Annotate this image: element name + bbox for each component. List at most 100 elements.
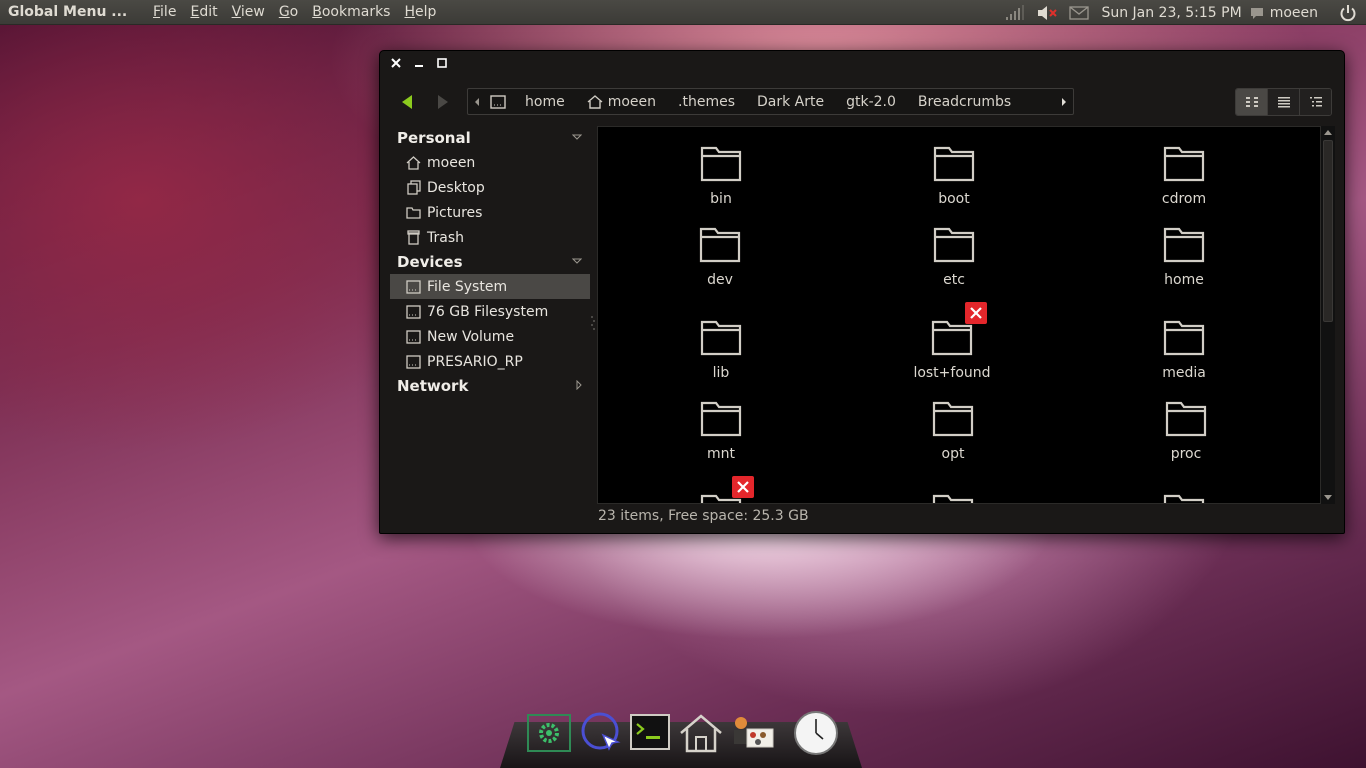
folder-icon [700,401,742,437]
menu-view[interactable]: View [225,4,272,20]
breadcrumb-root[interactable] [486,89,514,114]
dock-home-icon[interactable] [678,710,724,756]
dock-terminal-icon[interactable] [627,710,673,756]
breadcrumb-moeen[interactable]: moeen [576,89,667,114]
chevron-down-icon [572,258,582,264]
file-item-boot[interactable]: boot [894,143,1014,207]
sidebar-item-pictures[interactable]: Pictures [390,200,590,225]
folder-icon [699,227,741,263]
breadcrumb: home moeen .themes Dark Arte gtk-2.0 Bre… [467,88,1074,115]
folder-icon [932,494,974,503]
sidebar-item-76gb[interactable]: 76 GB Filesystem [390,299,590,324]
sidebar-item-moeen[interactable]: moeen [390,150,590,175]
folder-icon [700,146,742,182]
scroll-thumb[interactable] [1323,140,1333,322]
drive-icon [406,329,421,344]
sidebar-item-file-system[interactable]: File System [390,274,590,299]
desktop-icon [406,180,421,195]
breadcrumb-scroll-right[interactable] [1055,89,1073,114]
app-title: Global Menu ... [8,4,128,20]
sidebar-item-new-volume[interactable]: New Volume [390,324,590,349]
breadcrumb-dark-arte[interactable]: Dark Arte [746,89,835,114]
back-button[interactable] [394,89,420,115]
file-item-partial[interactable] [661,491,781,503]
sidebar-header-devices[interactable]: Devices [390,250,590,274]
breadcrumb-home[interactable]: home [514,89,576,114]
drive-icon [406,304,421,319]
compact-view-button[interactable] [1300,89,1331,115]
menu-bar: File Edit View Go Bookmarks Help [146,4,443,20]
home-icon [406,155,421,170]
maximize-button[interactable] [434,55,450,71]
vertical-scrollbar[interactable] [1321,126,1335,504]
sidebar-item-presario[interactable]: PRESARIO_RP [390,349,590,374]
sidebar-item-desktop[interactable]: Desktop [390,175,590,200]
file-item-proc[interactable]: proc [1126,398,1246,462]
dock-clock-icon[interactable] [793,710,839,756]
dock-apps-icon[interactable] [730,710,776,756]
folder-icon [1163,227,1205,263]
list-view-button[interactable] [1268,89,1300,115]
breadcrumb-current[interactable]: Breadcrumbs [907,89,1022,114]
file-item-dev[interactable]: dev [660,224,780,288]
dock-settings-icon[interactable] [526,710,572,756]
system-tray: Sun Jan 23, 5:15 PM moeen [999,0,1366,25]
unreadable-emblem-icon [732,476,754,498]
home-icon [587,94,603,109]
forward-button[interactable] [430,89,456,115]
menu-help[interactable]: Help [397,4,443,20]
unreadable-emblem-icon [965,302,987,324]
scroll-down-icon [1324,495,1332,500]
file-item-partial[interactable] [893,491,1013,503]
pane-resize-handle[interactable] [591,316,595,332]
minimize-button[interactable] [411,55,427,71]
close-button[interactable] [388,55,404,71]
sidebar-header-personal[interactable]: Personal [390,126,590,150]
sidebar-header-network[interactable]: Network [390,374,590,398]
view-mode-switcher [1235,88,1332,116]
titlebar[interactable] [380,51,1344,75]
folder-icon [700,320,742,356]
file-item-etc[interactable]: etc [894,224,1014,288]
breadcrumb-scroll-left[interactable] [468,89,486,114]
folder-icon [1163,320,1205,356]
chevron-right-icon [1062,97,1066,106]
scroll-up-icon [1324,130,1332,135]
file-item-home[interactable]: home [1124,224,1244,288]
power-icon[interactable] [1336,0,1360,25]
trash-icon [406,230,421,245]
breadcrumb-themes[interactable]: .themes [667,89,746,114]
dock-search-icon[interactable] [578,710,624,756]
folder-icon [1163,146,1205,182]
file-manager-window: home moeen .themes Dark Arte gtk-2.0 Bre… [379,50,1345,534]
menu-go[interactable]: Go [272,4,305,20]
file-icon-view: bin boot cdrom dev etc home lib lost+fou… [597,126,1321,504]
file-item-mnt[interactable]: mnt [661,398,781,462]
file-item-bin[interactable]: bin [661,143,781,207]
volume-muted-icon[interactable] [1035,0,1059,25]
mail-icon[interactable] [1067,0,1091,25]
user-name: moeen [1269,4,1318,21]
clock[interactable]: Sun Jan 23, 5:15 PM [1101,5,1241,21]
list-icon [1277,97,1290,108]
folder-icon [406,205,421,220]
sidebar: Personal moeen Desktop Pictures Trash De… [390,126,590,506]
top-panel: Global Menu ... File Edit View Go Bookma… [0,0,1366,25]
icon-view-button[interactable] [1236,89,1268,115]
menu-edit[interactable]: Edit [183,4,224,20]
status-bar: 23 items, Free space: 25.3 GB [598,508,809,524]
breadcrumb-gtk[interactable]: gtk-2.0 [835,89,907,114]
user-menu[interactable]: moeen [1250,5,1318,21]
menu-file[interactable]: File [146,4,183,20]
file-item-media[interactable]: media [1124,317,1244,381]
sidebar-item-trash[interactable]: Trash [390,225,590,250]
folder-icon [932,401,974,437]
file-item-cdrom[interactable]: cdrom [1124,143,1244,207]
menu-bookmarks[interactable]: Bookmarks [305,4,397,20]
drive-icon [406,354,421,369]
file-item-lost-found[interactable]: lost+found [892,317,1012,381]
file-item-opt[interactable]: opt [893,398,1013,462]
file-item-lib[interactable]: lib [661,317,781,381]
file-item-partial[interactable] [1124,491,1244,503]
network-signal-icon[interactable] [1003,0,1027,25]
